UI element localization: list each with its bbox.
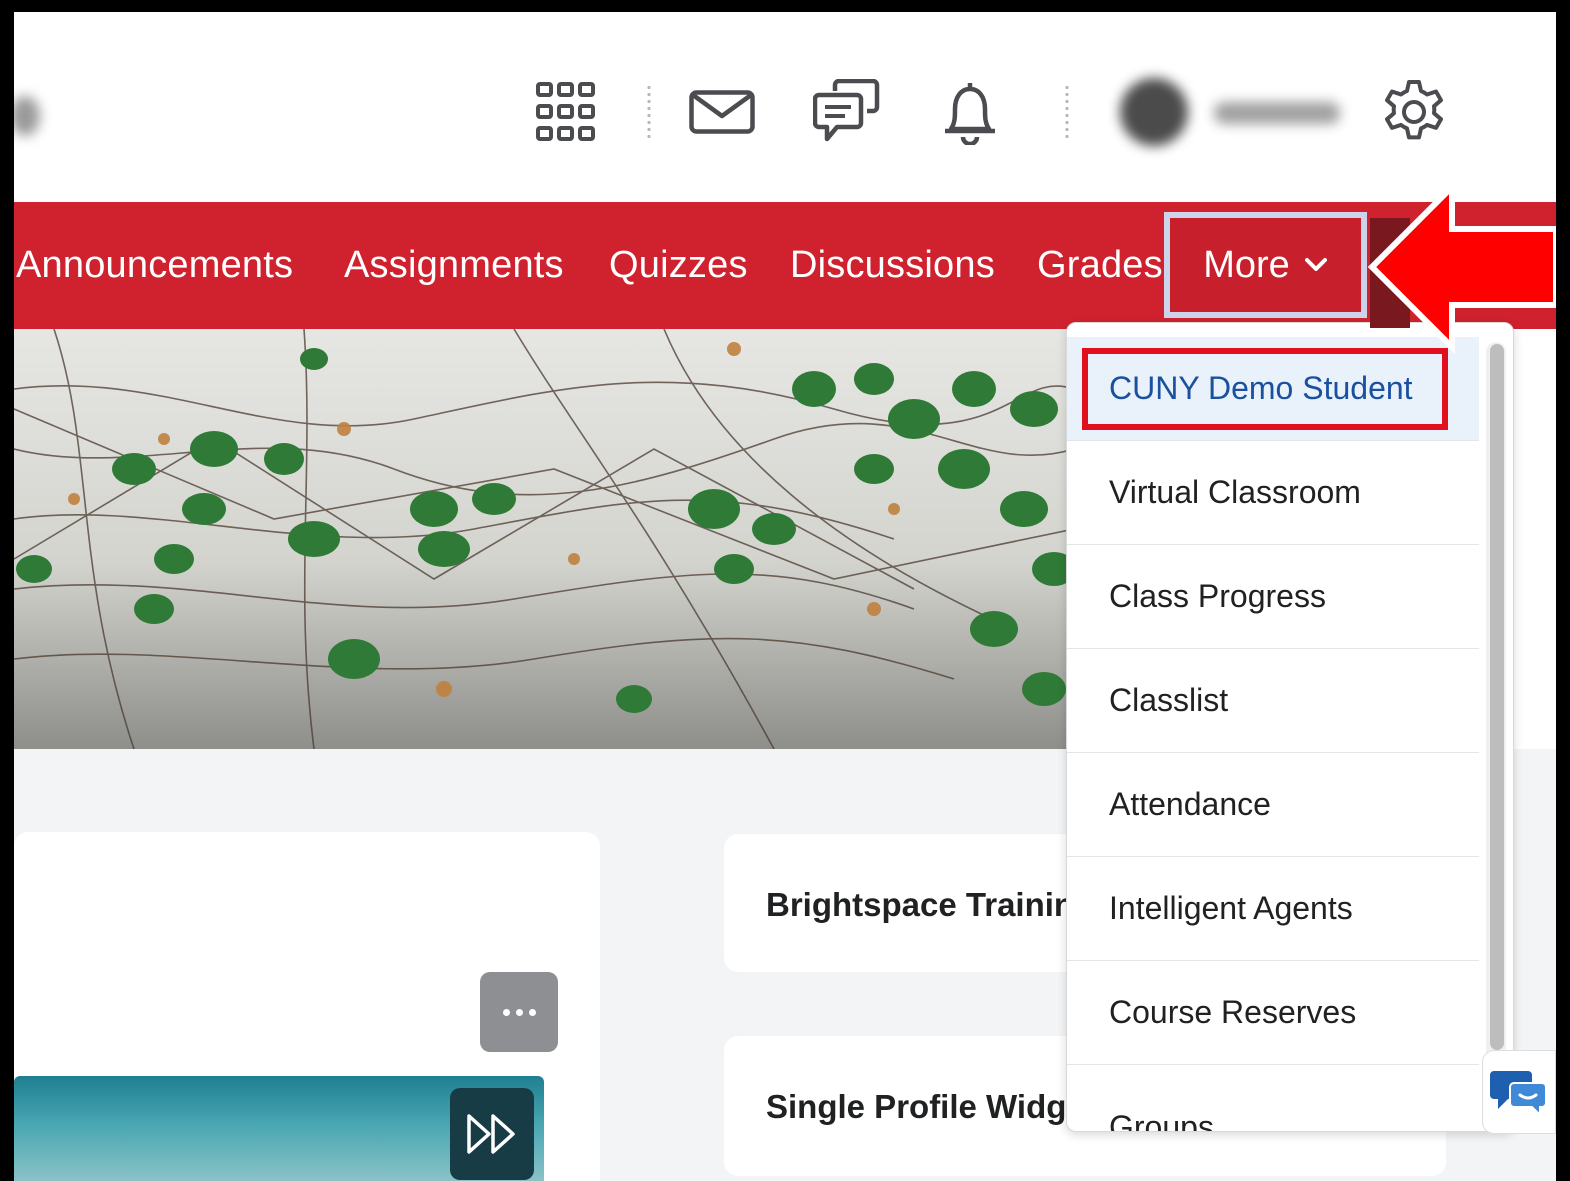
more-dropdown-menu: CUNY Demo Student Virtual Classroom Clas… bbox=[1066, 322, 1514, 1132]
grid-icon[interactable] bbox=[526, 72, 606, 152]
bell-icon[interactable] bbox=[930, 72, 1010, 152]
annotation-arrow-icon bbox=[1367, 179, 1556, 355]
more-options-button[interactable] bbox=[480, 972, 558, 1052]
menu-item-classlist[interactable]: Classlist bbox=[1067, 649, 1479, 753]
chat-bubble-icon bbox=[1490, 1071, 1547, 1117]
widget-title: Single Profile Widget bbox=[766, 1088, 1096, 1125]
header-separator bbox=[1065, 84, 1069, 140]
widget-title: Brightspace Training bbox=[766, 886, 1095, 923]
header-separator bbox=[647, 84, 651, 140]
course-banner-image bbox=[14, 329, 1074, 749]
nav-grades[interactable]: Grades bbox=[1037, 202, 1163, 329]
mail-icon[interactable] bbox=[682, 72, 762, 152]
chat-icon[interactable] bbox=[807, 72, 887, 152]
browser-viewport: Announcements Assignments Quizzes Discus… bbox=[14, 12, 1556, 1181]
top-header bbox=[14, 12, 1556, 202]
dot-icon bbox=[502, 1008, 510, 1016]
avatar[interactable] bbox=[1114, 72, 1354, 152]
blurred-logo bbox=[14, 96, 40, 136]
fast-forward-icon[interactable] bbox=[450, 1088, 534, 1180]
menu-item-virtual-classroom[interactable]: Virtual Classroom bbox=[1067, 441, 1479, 545]
chevron-down-icon bbox=[1304, 258, 1327, 271]
menu-item-intelligent-agents[interactable]: Intelligent Agents bbox=[1067, 857, 1479, 961]
dot-icon bbox=[515, 1008, 523, 1016]
dot-icon bbox=[528, 1008, 536, 1016]
nav-assignments[interactable]: Assignments bbox=[344, 202, 564, 329]
menu-item-course-reserves[interactable]: Course Reserves bbox=[1067, 961, 1479, 1065]
more-label: More bbox=[1203, 243, 1290, 286]
nav-quizzes[interactable]: Quizzes bbox=[609, 202, 748, 329]
nav-announcements[interactable]: Announcements bbox=[16, 202, 293, 329]
menu-item-class-progress[interactable]: Class Progress bbox=[1067, 545, 1479, 649]
nav-discussions[interactable]: Discussions bbox=[790, 202, 995, 329]
menu-item-groups[interactable]: Groups bbox=[1067, 1067, 1479, 1131]
menu-item-attendance[interactable]: Attendance bbox=[1067, 753, 1479, 857]
chat-widget-tab[interactable] bbox=[1482, 1050, 1556, 1134]
dropdown-scrollbar-thumb[interactable] bbox=[1490, 344, 1504, 1050]
gear-icon[interactable] bbox=[1374, 72, 1454, 152]
nav-more-button[interactable]: More bbox=[1164, 212, 1367, 318]
